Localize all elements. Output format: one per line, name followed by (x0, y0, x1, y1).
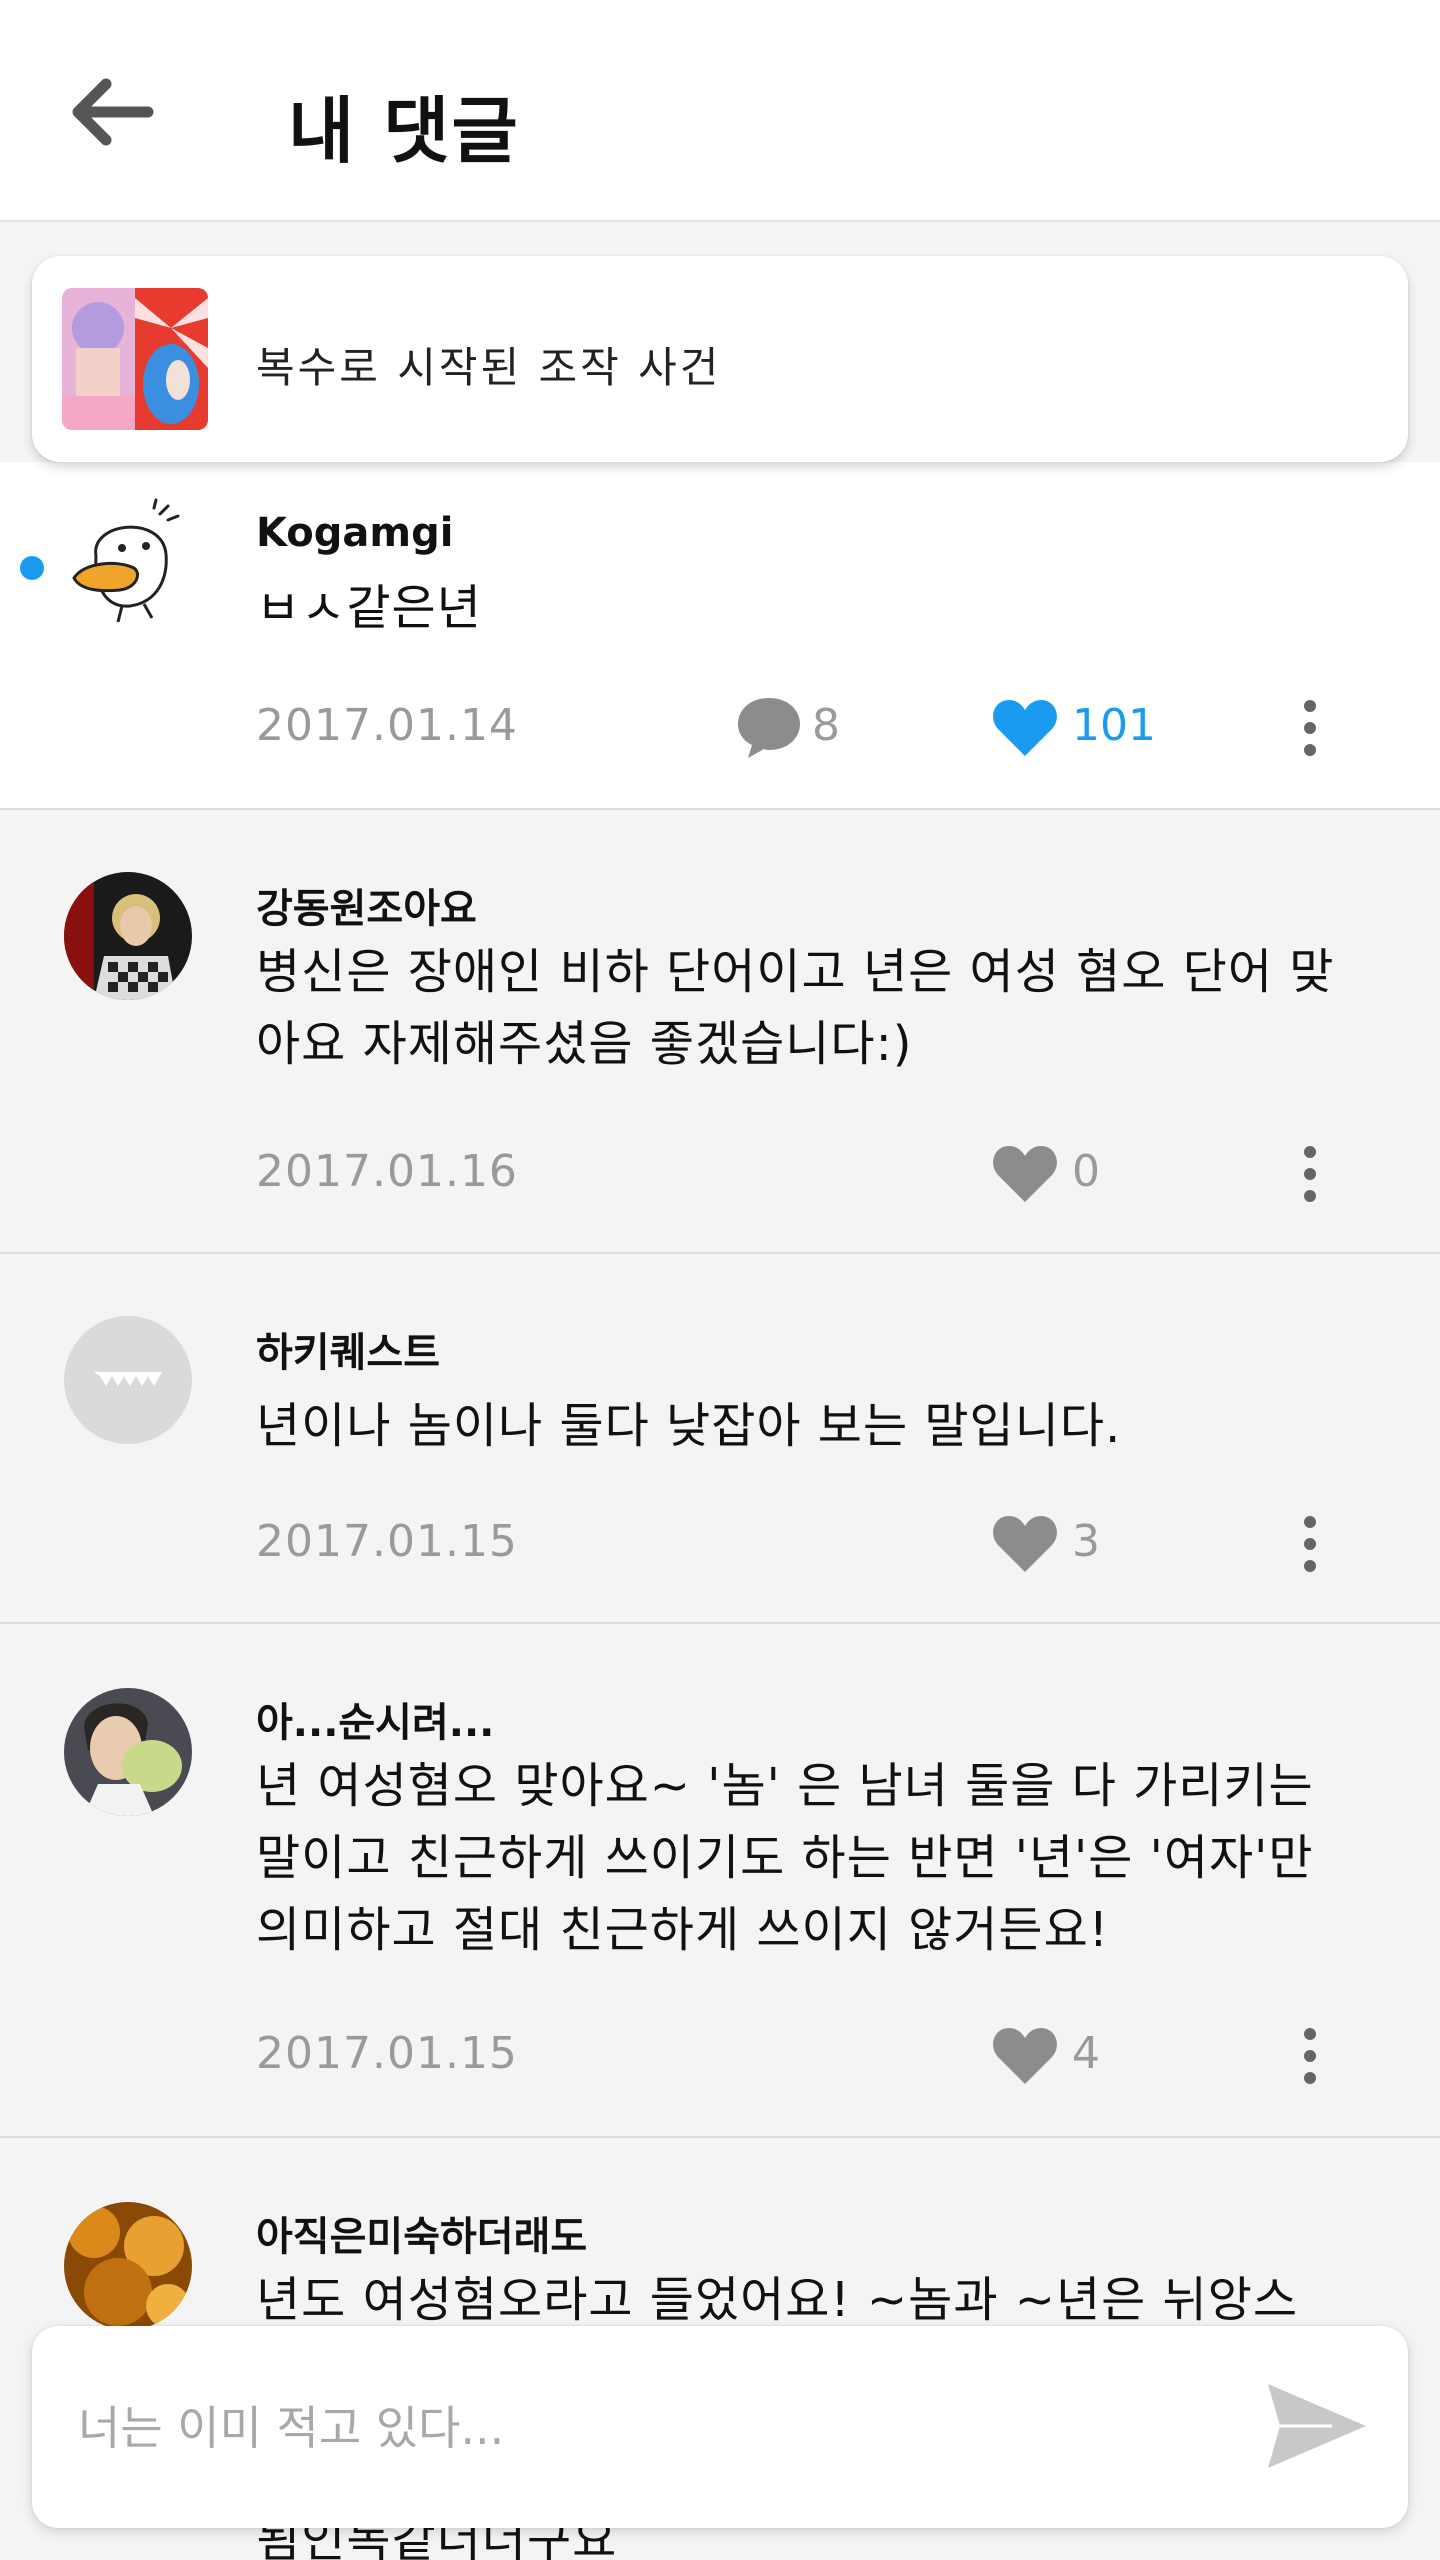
comment-username[interactable]: 강동원조아요 (256, 876, 477, 934)
comment-item: 아...순시려... 년 여성혐오 맞아요~ '놈' 은 남녀 둘을 다 가리키… (0, 1624, 1440, 2138)
comment-username[interactable]: 아직은미숙하더래도 (256, 2204, 587, 2262)
more-options-icon[interactable] (1290, 1514, 1330, 1574)
comment-input[interactable] (78, 2386, 1178, 2470)
like-count: 4 (1072, 2028, 1100, 2079)
reply-bubble-icon[interactable] (734, 694, 804, 760)
avatar[interactable] (64, 1316, 192, 1444)
avatar[interactable] (64, 872, 192, 1000)
more-options-icon[interactable] (1290, 1144, 1330, 1204)
avatar[interactable] (64, 2202, 192, 2330)
page-title: 내 댓글 (288, 89, 520, 173)
reply-count: 8 (812, 700, 840, 751)
unread-indicator (20, 556, 44, 580)
back-arrow-icon[interactable] (60, 62, 160, 162)
comment-item: Kogamgi ㅂㅅ같은년 2017.01.14 8 101 (0, 462, 1440, 810)
comment-text: 년 여성혐오 맞아요~ '놈' 은 남녀 둘을 다 가리키는 말이고 친근하게 … (256, 1758, 1314, 1958)
comment-username[interactable]: 아...순시려... (256, 1690, 494, 1748)
comment-date: 2017.01.14 (256, 700, 518, 751)
comment-date: 2017.01.16 (256, 1146, 518, 1197)
comment-text: 년이나 놈이나 둘다 낮잡아 보는 말입니다. (256, 1398, 1122, 1454)
comment-item: 강동원조아요 병신은 장애인 비하 단어이고 년은 여성 혐오 단어 맞아요 자… (0, 810, 1440, 1254)
avatar[interactable] (64, 498, 192, 626)
top-app-bar: 내 댓글 (0, 0, 1440, 222)
send-icon[interactable] (1262, 2378, 1372, 2474)
heart-icon[interactable] (990, 1142, 1060, 1204)
avatar[interactable] (64, 1688, 192, 1816)
comment-date: 2017.01.15 (256, 1516, 518, 1567)
article-title: 복수로 시작된 조작 사건 (256, 343, 722, 392)
like-count: 0 (1072, 1146, 1100, 1197)
more-options-icon[interactable] (1290, 2026, 1330, 2086)
comment-compose-bar (32, 2326, 1408, 2528)
comment-date: 2017.01.15 (256, 2028, 518, 2079)
comment-username[interactable]: Kogamgi (256, 510, 453, 556)
heart-icon[interactable] (990, 2024, 1060, 2086)
like-count: 101 (1072, 700, 1156, 751)
heart-icon[interactable] (990, 1512, 1060, 1574)
comment-item: 하키퀘스트 년이나 놈이나 둘다 낮잡아 보는 말입니다. 2017.01.15… (0, 1254, 1440, 1624)
more-options-icon[interactable] (1290, 698, 1330, 758)
heart-icon[interactable] (990, 696, 1060, 758)
article-thumbnail (62, 288, 208, 430)
comment-username[interactable]: 하키퀘스트 (256, 1320, 440, 1378)
article-card[interactable]: 복수로 시작된 조작 사건 (32, 256, 1408, 462)
like-count: 3 (1072, 1516, 1100, 1567)
comment-text: 병신은 장애인 비하 단어이고 년은 여성 혐오 단어 맞아요 자제해주셨음 좋… (256, 944, 1335, 1072)
comment-text: ㅂㅅ같은년 (256, 580, 482, 636)
